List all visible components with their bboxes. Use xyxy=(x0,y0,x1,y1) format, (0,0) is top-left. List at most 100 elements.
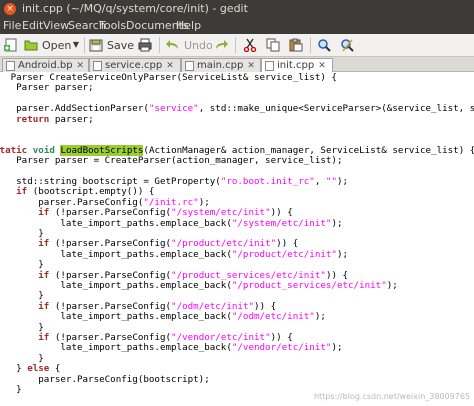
code-token: "/product/etc/init" xyxy=(171,238,277,250)
menu-help[interactable]: Help xyxy=(176,19,201,32)
code-line: Parser parser; xyxy=(0,83,93,93)
tab-label: Android.bp xyxy=(18,60,73,71)
copy-button[interactable] xyxy=(266,36,280,54)
open-folder-icon xyxy=(24,38,38,52)
tab-init-cpp[interactable]: init.cpp ✕ xyxy=(261,58,333,72)
redo-button[interactable] xyxy=(214,36,228,54)
close-icon[interactable]: ✕ xyxy=(166,61,174,71)
undo-icon xyxy=(166,38,180,52)
close-window-button[interactable]: × xyxy=(4,3,16,15)
open-label: Open xyxy=(42,38,72,52)
code-token: "/vendor/etc/init" xyxy=(231,342,332,354)
selected-text: LoadBootScripts xyxy=(60,144,144,156)
code-token: , std::make_unique<ServiceParser>(&servi… xyxy=(198,103,474,115)
code-token: if xyxy=(38,332,50,343)
toolbar-separator xyxy=(159,37,160,53)
code-token: static xyxy=(0,144,28,156)
open-dropdown-button[interactable]: ▼ xyxy=(69,36,83,54)
code-line: Parser parser = CreateParser(action_mana… xyxy=(0,155,343,167)
tab-main-cpp[interactable]: main.cpp ✕ xyxy=(181,58,261,72)
code-token: "/init.rc" xyxy=(143,196,199,208)
code-token: } xyxy=(38,352,44,364)
code-token: "/product_services/etc/init" xyxy=(171,269,326,281)
menu-bar: File Edit View Search Tools Documents He… xyxy=(0,18,474,34)
tab-android-bp[interactable]: Android.bp ✕ xyxy=(2,58,89,72)
code-token: late_import_paths.emplace_back( xyxy=(0,311,232,323)
redo-icon xyxy=(214,38,228,52)
tab-label: service.cpp xyxy=(105,60,163,71)
code-token: { xyxy=(49,363,61,375)
toolbar: Open ▼ Save Undo xyxy=(0,34,474,57)
code-editor[interactable]: Parser CreateServiceOnlyParser(ServiceLi… xyxy=(0,72,474,406)
code-token: Parser parser = CreateParser(action_mana… xyxy=(0,155,343,167)
code-token: "/product_services/etc/init" xyxy=(231,280,387,291)
code-token: } xyxy=(38,228,44,239)
close-icon[interactable]: ✕ xyxy=(318,61,326,71)
save-label: Save xyxy=(107,38,135,52)
code-token: )) { xyxy=(270,207,293,219)
code-token: ); xyxy=(331,342,343,354)
code-token: if xyxy=(38,300,50,312)
code-token: (!parser.ParseConfig( xyxy=(49,207,172,219)
code-token: "/vendor/etc/init" xyxy=(171,332,271,343)
code-token: if xyxy=(16,186,28,198)
code-token: ); xyxy=(337,176,349,187)
tab-label: init.cpp xyxy=(277,60,315,71)
toolbar-separator xyxy=(84,37,85,53)
code-token: (!parser.ParseConfig( xyxy=(49,332,172,343)
cut-icon xyxy=(243,38,257,53)
code-token: parser; xyxy=(49,113,94,125)
code-token: "service" xyxy=(148,103,199,115)
tab-service-cpp[interactable]: service.cpp ✕ xyxy=(89,58,181,72)
code-line: return parser; xyxy=(0,113,94,125)
code-token: ); xyxy=(198,196,210,208)
code-token: )) { xyxy=(276,238,299,250)
save-button[interactable]: Save xyxy=(89,36,134,54)
print-button[interactable] xyxy=(138,36,152,54)
code-token: void xyxy=(32,144,55,156)
document-icon xyxy=(265,60,274,71)
code-line: } xyxy=(0,384,22,395)
tab-label: main.cpp xyxy=(197,60,244,71)
open-button[interactable]: Open xyxy=(24,36,71,54)
code-token: late_import_paths.emplace_back( xyxy=(0,342,232,354)
menu-view[interactable]: View xyxy=(43,19,69,32)
code-token: } xyxy=(38,259,44,271)
code-token: else xyxy=(27,363,50,375)
menu-edit[interactable]: Edit xyxy=(22,19,43,32)
replace-button[interactable] xyxy=(340,36,354,54)
document-icon xyxy=(93,60,102,71)
replace-icon xyxy=(340,38,354,52)
code-token: parser.AddSectionParser( xyxy=(0,103,149,115)
window-title: init.cpp (~/MQ/q/system/core/init) - ged… xyxy=(22,2,248,15)
paste-icon xyxy=(289,38,303,52)
paste-button[interactable] xyxy=(289,36,303,54)
close-icon[interactable]: ✕ xyxy=(77,61,85,71)
code-token: (bootscript.empty()) { xyxy=(27,186,155,198)
code-token: (!parser.ParseConfig( xyxy=(49,238,172,250)
chevron-down-icon: ▼ xyxy=(72,40,80,49)
code-token: (ActionManager& action_manager, ServiceL… xyxy=(143,144,474,156)
print-icon xyxy=(138,38,152,52)
document-tabs: Android.bp ✕ service.cpp ✕ main.cpp ✕ in… xyxy=(0,57,474,72)
menu-tools[interactable]: Tools xyxy=(99,19,126,32)
code-token: "/system/etc/init" xyxy=(231,217,332,229)
code-line: parser.ParseConfig(bootscript); xyxy=(0,374,209,385)
cut-button[interactable] xyxy=(243,36,257,54)
code-token: if xyxy=(38,207,50,219)
find-button[interactable] xyxy=(317,36,331,54)
toolbar-separator xyxy=(235,37,236,53)
code-token: (!parser.ParseConfig( xyxy=(49,300,172,312)
undo-button[interactable]: Undo xyxy=(166,36,213,54)
copy-icon xyxy=(266,38,280,52)
code-token: late_import_paths.emplace_back( xyxy=(0,248,232,260)
menu-file[interactable]: File xyxy=(3,19,21,32)
code-token: "/odm/etc/init" xyxy=(171,300,255,312)
new-document-button[interactable] xyxy=(4,36,18,54)
code-token: )) { xyxy=(270,332,293,343)
close-icon[interactable]: ✕ xyxy=(247,61,255,71)
title-bar: × init.cpp (~/MQ/q/system/core/init) - g… xyxy=(0,0,474,18)
